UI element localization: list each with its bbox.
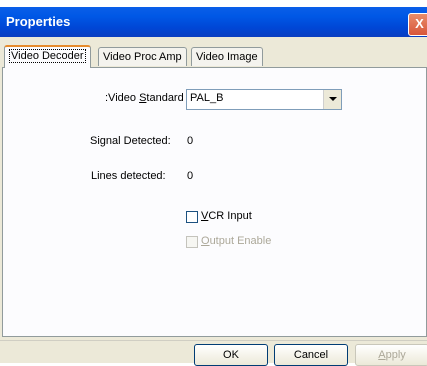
vcr-input-label[interactable]: VCR Input [201, 210, 252, 222]
properties-dialog: Properties X Video Decoder Video Proc Am… [0, 7, 427, 366]
tab-video-image[interactable]: Video Image [191, 47, 263, 66]
tab-video-proc-amp-label: Video Proc Amp [103, 51, 182, 63]
video-standard-value: PAL_B [190, 92, 224, 104]
tab-strip: Video Decoder Video Proc Amp Video Image [0, 45, 427, 68]
chevron-down-icon [329, 97, 337, 101]
divider [0, 340, 427, 341]
vcr-input-checkbox[interactable] [186, 211, 198, 223]
output-enable-label: Output Enable [201, 235, 272, 247]
lines-detected-label: Lines detected: [91, 170, 166, 182]
window-title: Properties [6, 14, 71, 29]
lines-detected-value: 0 [187, 170, 194, 182]
title-bar[interactable]: Properties X [0, 7, 427, 37]
tab-video-decoder[interactable]: Video Decoder [4, 45, 91, 68]
dropdown-arrow-button[interactable] [323, 90, 341, 109]
close-button[interactable]: X [408, 13, 427, 36]
signal-detected-label: Signal Detected: [90, 135, 171, 147]
tab-video-image-label: Video Image [196, 51, 258, 63]
video-standard-select[interactable]: PAL_B [186, 89, 342, 110]
tab-video-decoder-label: Video Decoder [9, 49, 86, 63]
tab-video-proc-amp[interactable]: Video Proc Amp [98, 47, 187, 66]
output-enable-checkbox [186, 236, 198, 248]
video-standard-label: :Video Standard [105, 92, 184, 104]
signal-detected-value: 0 [187, 135, 194, 147]
